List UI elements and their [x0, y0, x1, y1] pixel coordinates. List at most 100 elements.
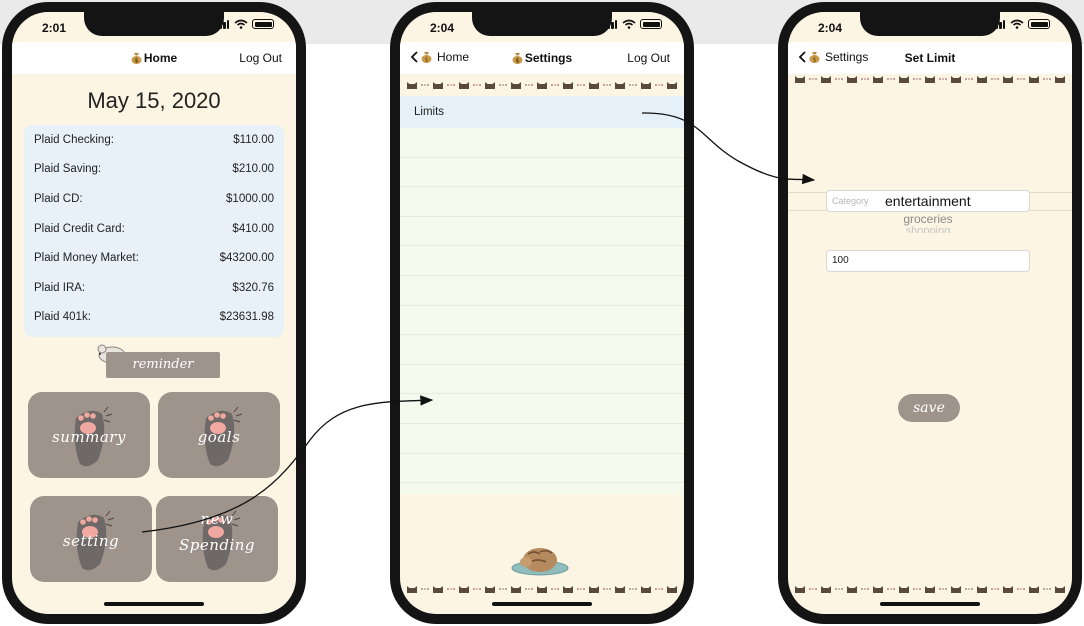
current-date: May 15, 2020	[87, 88, 221, 113]
cat-border-icon	[820, 584, 832, 594]
nav-title-text: Home	[143, 51, 178, 65]
reminder-button[interactable]: reminder	[106, 352, 220, 378]
status-icons	[992, 19, 1050, 29]
dots-decoration	[1017, 587, 1025, 591]
limits-row[interactable]: Limits	[400, 96, 684, 128]
home-indicator	[492, 602, 592, 606]
empty-row	[400, 217, 684, 247]
picker-next-option-2[interactable]: shopping	[826, 225, 1030, 233]
account-name: Plaid CD:	[34, 192, 83, 205]
dots-decoration	[525, 83, 533, 87]
account-amount: $43200.00	[219, 252, 274, 265]
cat-border-icon	[976, 74, 988, 84]
cat-border-icon	[640, 584, 652, 594]
dots-decoration	[499, 83, 507, 87]
dots-decoration	[655, 83, 663, 87]
battery-icon	[1028, 19, 1050, 29]
summary-button[interactable]: summary	[28, 392, 150, 478]
new-spending-label-line1: new	[200, 510, 234, 528]
cat-border-icon	[562, 80, 574, 90]
account-name: Plaid Credit Card:	[34, 222, 125, 235]
dots-decoration	[577, 587, 585, 591]
cat-border-icon	[898, 74, 910, 84]
dots-decoration	[473, 587, 481, 591]
dots-decoration	[887, 77, 895, 81]
wifi-icon	[234, 19, 248, 29]
picker-selected-value: entertainment	[885, 193, 971, 209]
cat-border-icon	[614, 80, 626, 90]
cat-border-icon	[432, 80, 444, 90]
logout-button[interactable]: Log Out	[239, 51, 282, 65]
cat-border-icon	[846, 74, 858, 84]
cat-border-icon	[510, 584, 522, 594]
new-spending-label-line2: Spending	[178, 536, 256, 554]
picker-next-option[interactable]: groceries	[826, 212, 1030, 226]
goals-label: goals	[197, 428, 241, 446]
notch	[860, 12, 1000, 36]
nav-bar: $ Home Log Out	[12, 42, 296, 74]
cat-border-icon	[872, 74, 884, 84]
account-amount: $23631.98	[219, 311, 274, 324]
cat-border-icon	[820, 74, 832, 84]
cat-border-icon	[614, 584, 626, 594]
new-spending-button[interactable]: new Spending	[156, 496, 278, 582]
account-row: Plaid Saving: $210.00	[24, 155, 284, 185]
nav-title-text: Settings	[524, 51, 573, 65]
money-bag-icon: $	[131, 53, 142, 65]
save-button[interactable]: save	[898, 394, 960, 422]
wifi-icon	[622, 19, 636, 29]
cat-border-icon	[640, 80, 652, 90]
dots-decoration	[473, 83, 481, 87]
account-row: Plaid Money Market: $43200.00	[24, 243, 284, 273]
account-amount: $110.00	[233, 133, 274, 146]
empty-row	[400, 246, 684, 276]
dots-decoration	[939, 587, 947, 591]
empty-row	[400, 424, 684, 454]
account-row: Plaid 401k: $23631.98	[24, 303, 284, 333]
goals-button[interactable]: goals	[158, 392, 280, 478]
empty-row	[400, 158, 684, 188]
home-screen: 2:01 $ Home Log Out May 15, 2020 Plaid Ch…	[12, 12, 296, 614]
setting-button[interactable]: setting	[30, 496, 152, 582]
cat-border-icon	[458, 80, 470, 90]
dots-decoration	[965, 587, 973, 591]
cat-border-icon	[1002, 74, 1014, 84]
dots-decoration	[447, 83, 455, 87]
cat-border-icon	[510, 80, 522, 90]
status-time: 2:04	[818, 21, 843, 35]
money-bag-icon: $	[512, 53, 523, 65]
accounts-list: Plaid Checking: $110.00 Plaid Saving: $210…	[24, 125, 284, 337]
dots-decoration	[913, 77, 921, 81]
cat-border-icon	[432, 584, 444, 594]
empty-row	[400, 187, 684, 217]
account-name: Plaid Saving:	[34, 163, 102, 176]
dots-decoration	[603, 83, 611, 87]
dots-decoration	[603, 587, 611, 591]
nav-title: Set Limit	[904, 51, 956, 65]
dots-decoration	[629, 587, 637, 591]
cat-border-icon	[484, 80, 496, 90]
dots-decoration	[1043, 587, 1051, 591]
svg-text:$: $	[515, 58, 519, 65]
cat-border-icon	[898, 584, 910, 594]
limit-amount-input[interactable]: 100	[826, 250, 1030, 272]
logout-button[interactable]: Log Out	[627, 51, 670, 65]
notch	[472, 12, 612, 36]
account-name: Plaid Checking:	[34, 133, 114, 146]
dots-decoration	[861, 77, 869, 81]
account-name: Plaid IRA:	[34, 281, 86, 294]
status-icons	[604, 19, 662, 29]
picker-next-option-2-text: shopping	[905, 225, 951, 233]
svg-text:$: $	[134, 58, 138, 65]
dots-decoration	[655, 587, 663, 591]
cat-border-bottom	[794, 584, 1066, 594]
sleeping-cat-icon	[511, 548, 569, 576]
account-row: Plaid Checking: $110.00	[24, 125, 284, 155]
account-row: Plaid CD: $1000.00	[24, 184, 284, 214]
wifi-icon	[1010, 19, 1024, 29]
empty-row	[400, 306, 684, 336]
cat-border-icon	[950, 74, 962, 84]
category-picker[interactable]: Category entertainment	[826, 190, 1030, 212]
category-placeholder: Category	[832, 196, 869, 206]
dots-decoration	[861, 587, 869, 591]
